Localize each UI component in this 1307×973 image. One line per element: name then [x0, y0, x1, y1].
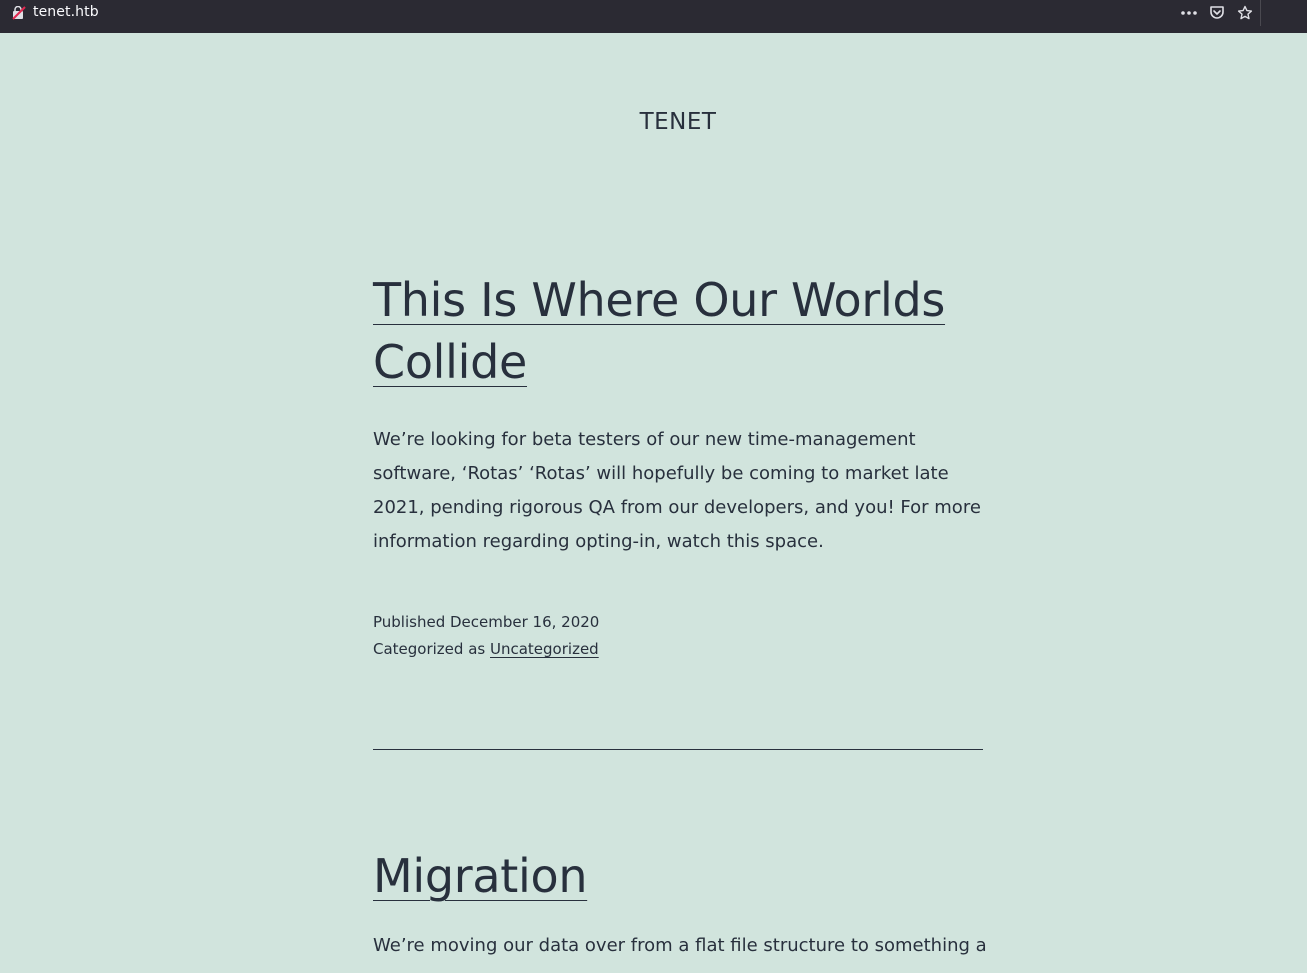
post-excerpt: We’re moving our data over from a flat f… — [373, 929, 987, 963]
post-category-row: Categorized as Uncategorized — [373, 636, 983, 663]
excerpt-line: software, ‘Rotas’ ‘Rotas’ will hopefully… — [373, 463, 949, 484]
bookmark-star-icon[interactable] — [1235, 3, 1255, 23]
post-meta: Published December 16, 2020 Categorized … — [373, 609, 983, 663]
page-actions-menu-icon[interactable] — [1179, 3, 1199, 23]
post-separator — [373, 749, 983, 750]
excerpt-line: We’re moving our data over from a flat f… — [373, 935, 987, 956]
post-title-line-2[interactable]: Collide — [373, 335, 527, 389]
post-1: This Is Where Our Worlds Collide We’re lo… — [373, 269, 983, 663]
post-published-date: Published December 16, 2020 — [373, 613, 600, 631]
toolbar-bottom-edge — [0, 26, 1307, 33]
post-title: This Is Where Our Worlds Collide — [373, 269, 983, 393]
excerpt-line: 2021, pending rigorous QA from our devel… — [373, 497, 981, 518]
url-text[interactable]: tenet.htb — [33, 4, 99, 20]
pocket-icon[interactable] — [1207, 3, 1227, 23]
page-content: TENET This Is Where Our Worlds Collide We… — [0, 33, 1307, 973]
post-2: Migration We’re moving our data over fro… — [373, 845, 987, 963]
excerpt-line: information regarding opting-in, watch t… — [373, 531, 824, 552]
excerpt-line: We’re looking for beta testers of our ne… — [373, 429, 916, 450]
post-title-link[interactable]: Migration — [373, 849, 587, 903]
site-title[interactable]: TENET — [0, 109, 1307, 135]
url-bar[interactable]: tenet.htb — [0, 0, 1260, 27]
post-title: Migration — [373, 845, 983, 907]
post-title-line-1[interactable]: This Is Where Our Worlds — [373, 273, 945, 327]
categorized-as-label: Categorized as — [373, 640, 486, 658]
toolbar-spacer — [1260, 0, 1307, 26]
insecure-connection-icon[interactable] — [12, 5, 26, 20]
category-link[interactable]: Uncategorized — [490, 640, 599, 658]
post-title-link[interactable]: This Is Where Our Worlds Collide — [373, 273, 945, 389]
post-excerpt: We’re looking for beta testers of our ne… — [373, 423, 983, 559]
